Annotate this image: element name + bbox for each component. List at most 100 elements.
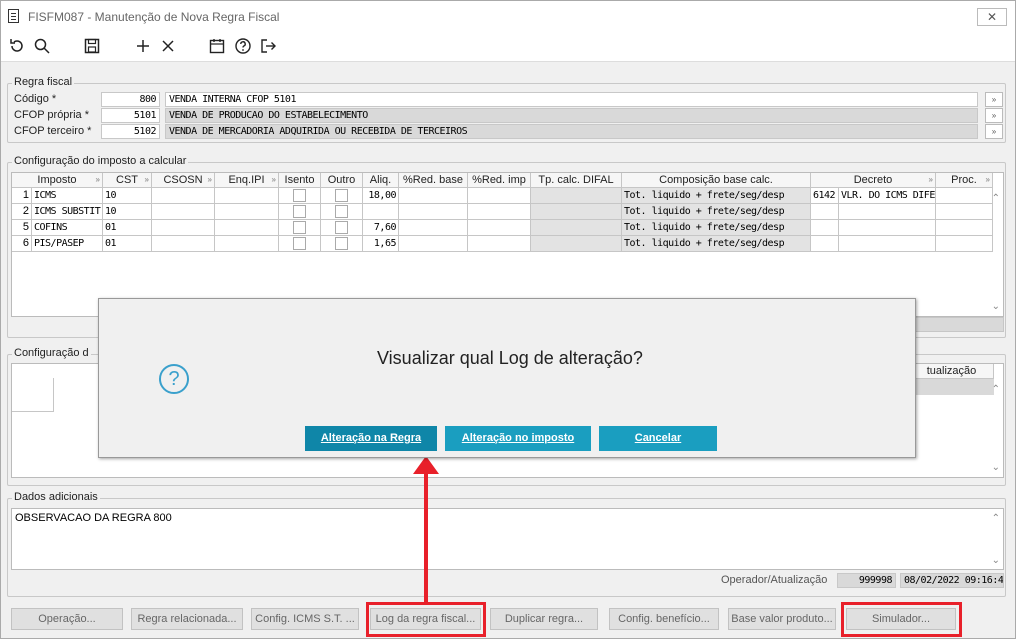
grid-cell[interactable]: ICMS — [32, 188, 103, 204]
scroll-up-icon[interactable]: ⌃ — [992, 384, 1000, 395]
exit-icon[interactable] — [257, 35, 279, 57]
col-header-decreto[interactable]: Decreto» — [811, 173, 936, 188]
col-header-imposto[interactable]: Imposto» — [12, 173, 103, 188]
checkbox[interactable] — [335, 221, 348, 234]
grid-cell[interactable]: 01 — [103, 220, 152, 236]
grid-cell[interactable]: Tot. liquido + frete/seg/desp — [622, 188, 811, 204]
col-header-isento[interactable]: Isento — [279, 173, 321, 188]
search-icon[interactable] — [31, 35, 53, 57]
grid-cell[interactable]: Tot. liquido + frete/seg/desp — [622, 220, 811, 236]
grid-cell[interactable] — [839, 220, 936, 236]
grid-cell[interactable] — [399, 220, 468, 236]
grid-cell[interactable] — [215, 220, 279, 236]
grid-cell[interactable]: 7,60 — [363, 220, 399, 236]
grid-cell[interactable]: Tot. liquido + frete/seg/desp — [622, 204, 811, 220]
grid-cell[interactable] — [811, 204, 839, 220]
config-beneficio-button[interactable]: Config. benefício... — [609, 608, 719, 630]
grid-cell[interactable]: VLR. DO ICMS DIFE — [839, 188, 936, 204]
base-valor-produto-button[interactable]: Base valor produto... — [728, 608, 836, 630]
grid-cell[interactable] — [321, 236, 363, 252]
grid-cell[interactable] — [215, 188, 279, 204]
grid-cell[interactable]: COFINS — [32, 220, 103, 236]
checkbox[interactable] — [335, 205, 348, 218]
grid-cell[interactable] — [468, 220, 531, 236]
grid-cell[interactable] — [152, 236, 215, 252]
col-header-difal[interactable]: Tp. calc. DIFAL — [531, 173, 622, 188]
grid-cell[interactable] — [531, 204, 622, 220]
add-icon[interactable] — [132, 35, 154, 57]
checkbox[interactable] — [293, 189, 306, 202]
grid-cell[interactable]: 01 — [103, 236, 152, 252]
grid-cell[interactable]: ICMS SUBSTIT — [32, 204, 103, 220]
col-header-red-base[interactable]: %Red. base — [399, 173, 468, 188]
grid-cell[interactable] — [936, 188, 993, 204]
grid-cell[interactable] — [399, 204, 468, 220]
scroll-up-icon[interactable]: ⌃ — [992, 193, 1000, 204]
grid-cell[interactable] — [531, 236, 622, 252]
grid-cell[interactable]: 5 — [12, 220, 32, 236]
grid-cell[interactable]: 6142 — [811, 188, 839, 204]
grid-cell[interactable] — [152, 220, 215, 236]
codigo-lookup-button[interactable]: » — [985, 92, 1003, 107]
grid-cell[interactable] — [215, 236, 279, 252]
grid-cell[interactable] — [363, 204, 399, 220]
grid-cell[interactable]: 2 — [12, 204, 32, 220]
cfop-terceiro-lookup-button[interactable]: » — [985, 124, 1003, 139]
grid-cell[interactable]: Tot. liquido + frete/seg/desp — [622, 236, 811, 252]
grid-cell[interactable] — [279, 204, 321, 220]
grid-cell[interactable]: 10 — [103, 204, 152, 220]
grid-cell[interactable] — [321, 220, 363, 236]
grid-cell[interactable] — [321, 204, 363, 220]
grid-cell[interactable] — [399, 188, 468, 204]
grid-cell[interactable] — [839, 204, 936, 220]
regra-relacionada-button[interactable]: Regra relacionada... — [131, 608, 243, 630]
grid-cell[interactable] — [399, 236, 468, 252]
col-header-aliq[interactable]: Aliq. — [363, 173, 399, 188]
scroll-down-icon[interactable]: ⌄ — [992, 555, 1000, 566]
observacao-textarea[interactable]: OBSERVACAO DA REGRA 800 ⌃ ⌄ — [11, 508, 1004, 570]
save-icon[interactable] — [81, 35, 103, 57]
grid-cell[interactable] — [811, 220, 839, 236]
grid-cell[interactable] — [215, 204, 279, 220]
grid-cell[interactable] — [279, 236, 321, 252]
checkbox[interactable] — [293, 205, 306, 218]
alteracao-imposto-button[interactable]: Alteração no imposto — [445, 426, 591, 451]
grid-cell[interactable]: 10 — [103, 188, 152, 204]
grid-cell[interactable]: 6 — [12, 236, 32, 252]
checkbox[interactable] — [293, 237, 306, 250]
grid-cell[interactable] — [468, 188, 531, 204]
col-header-outro[interactable]: Outro — [321, 173, 363, 188]
grid-cell[interactable] — [279, 188, 321, 204]
col-header-red-imp[interactable]: %Red. imp — [468, 173, 531, 188]
grid-cell[interactable] — [152, 204, 215, 220]
cfop-terceiro-field[interactable]: 5102 — [101, 124, 160, 139]
grid-cell[interactable] — [468, 236, 531, 252]
calendar-icon[interactable] — [206, 35, 228, 57]
grid-cell[interactable] — [468, 204, 531, 220]
grid-cell[interactable]: PIS/PASEP — [32, 236, 103, 252]
grid-cell[interactable] — [936, 204, 993, 220]
grid-cell[interactable] — [936, 220, 993, 236]
cancelar-button[interactable]: Cancelar — [599, 426, 717, 451]
scroll-up-icon[interactable]: ⌃ — [992, 513, 1000, 524]
grid-cell[interactable]: 18,00 — [363, 188, 399, 204]
grid-cell[interactable]: 1 — [12, 188, 32, 204]
cfop-propria-field[interactable]: 5101 — [101, 108, 160, 123]
col-header-enq-ipi[interactable]: Enq.IPI» — [215, 173, 279, 188]
col-header-comp-base[interactable]: Composição base calc. — [622, 173, 811, 188]
grid-cell[interactable] — [531, 188, 622, 204]
scroll-down-icon[interactable]: ⌄ — [992, 462, 1000, 473]
config-icms-st-button[interactable]: Config. ICMS S.T. ... — [251, 608, 359, 630]
grid-cell[interactable] — [152, 188, 215, 204]
scroll-down-icon[interactable]: ⌄ — [992, 301, 1000, 312]
grid-cell[interactable]: 1,65 — [363, 236, 399, 252]
grid-cell[interactable] — [811, 236, 839, 252]
grid-cell[interactable] — [531, 220, 622, 236]
codigo-field[interactable]: 800 — [101, 92, 160, 107]
col-header-csosn[interactable]: CSOSN» — [152, 173, 215, 188]
cfop-propria-lookup-button[interactable]: » — [985, 108, 1003, 123]
checkbox[interactable] — [335, 189, 348, 202]
close-button[interactable]: ✕ — [977, 8, 1007, 26]
col-header-atualizacao[interactable]: tualização — [910, 364, 994, 379]
col-header-cst[interactable]: CST» — [103, 173, 152, 188]
